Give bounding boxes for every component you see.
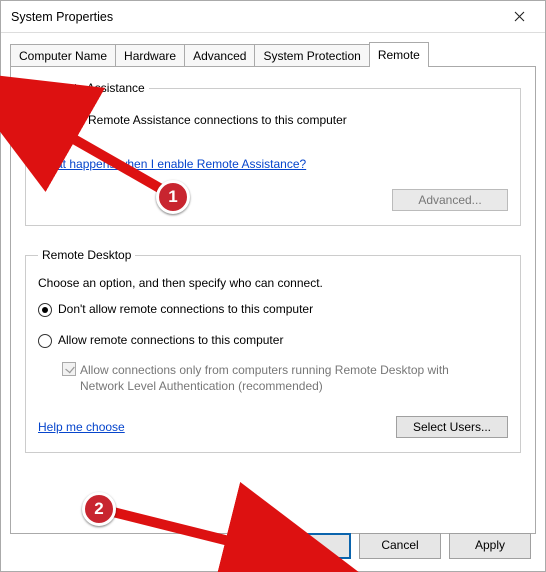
tab-panel-remote: Remote Assistance Allow Remote Assistanc… <box>10 66 536 534</box>
nla-label: Allow connections only from computers ru… <box>80 362 490 394</box>
radio-dont-allow[interactable] <box>38 303 52 317</box>
group-remote-assistance: Remote Assistance Allow Remote Assistanc… <box>25 81 521 226</box>
group-remote-desktop-legend: Remote Desktop <box>38 248 135 262</box>
allow-remote-assistance-label: Allow Remote Assistance connections to t… <box>56 113 347 127</box>
radio-allow-row: Allow remote connections to this compute… <box>38 333 508 348</box>
radio-dont-allow-label: Don't allow remote connections to this c… <box>58 302 313 316</box>
titlebar: System Properties <box>1 1 545 33</box>
system-properties-window: System Properties Computer Name Hardware… <box>0 0 546 572</box>
group-remote-assistance-legend: Remote Assistance <box>38 81 149 95</box>
ok-button[interactable]: OK <box>269 533 351 559</box>
window-title: System Properties <box>11 10 499 24</box>
advanced-button: Advanced... <box>392 189 508 211</box>
tab-advanced[interactable]: Advanced <box>184 44 255 67</box>
dialog-button-row: OK Cancel Apply <box>269 533 531 559</box>
radio-allow[interactable] <box>38 334 52 348</box>
remote-assistance-help-link[interactable]: What happens when I enable Remote Assist… <box>38 157 306 171</box>
select-users-button[interactable]: Select Users... <box>396 416 508 438</box>
close-button[interactable] <box>499 3 539 31</box>
nla-checkbox <box>62 362 76 376</box>
nla-row: Allow connections only from computers ru… <box>62 362 508 394</box>
radio-allow-label: Allow remote connections to this compute… <box>58 333 283 347</box>
radio-dont-allow-row: Don't allow remote connections to this c… <box>38 302 508 317</box>
close-icon <box>514 11 525 22</box>
dialog-content: Computer Name Hardware Advanced System P… <box>1 33 545 544</box>
tab-hardware[interactable]: Hardware <box>115 44 185 67</box>
group-remote-desktop: Remote Desktop Choose an option, and the… <box>25 248 521 453</box>
remote-desktop-bottom-row: Help me choose Select Users... <box>38 416 508 438</box>
help-me-choose-link[interactable]: Help me choose <box>38 420 125 434</box>
remote-desktop-description: Choose an option, and then specify who c… <box>38 276 508 290</box>
tab-computer-name[interactable]: Computer Name <box>10 44 116 67</box>
tab-system-protection[interactable]: System Protection <box>254 44 369 67</box>
tab-remote[interactable]: Remote <box>369 42 429 67</box>
allow-remote-assistance-checkbox[interactable] <box>38 113 52 127</box>
cancel-button[interactable]: Cancel <box>359 533 441 559</box>
allow-remote-assistance-row: Allow Remote Assistance connections to t… <box>38 113 508 127</box>
tabstrip: Computer Name Hardware Advanced System P… <box>10 41 536 66</box>
apply-button[interactable]: Apply <box>449 533 531 559</box>
